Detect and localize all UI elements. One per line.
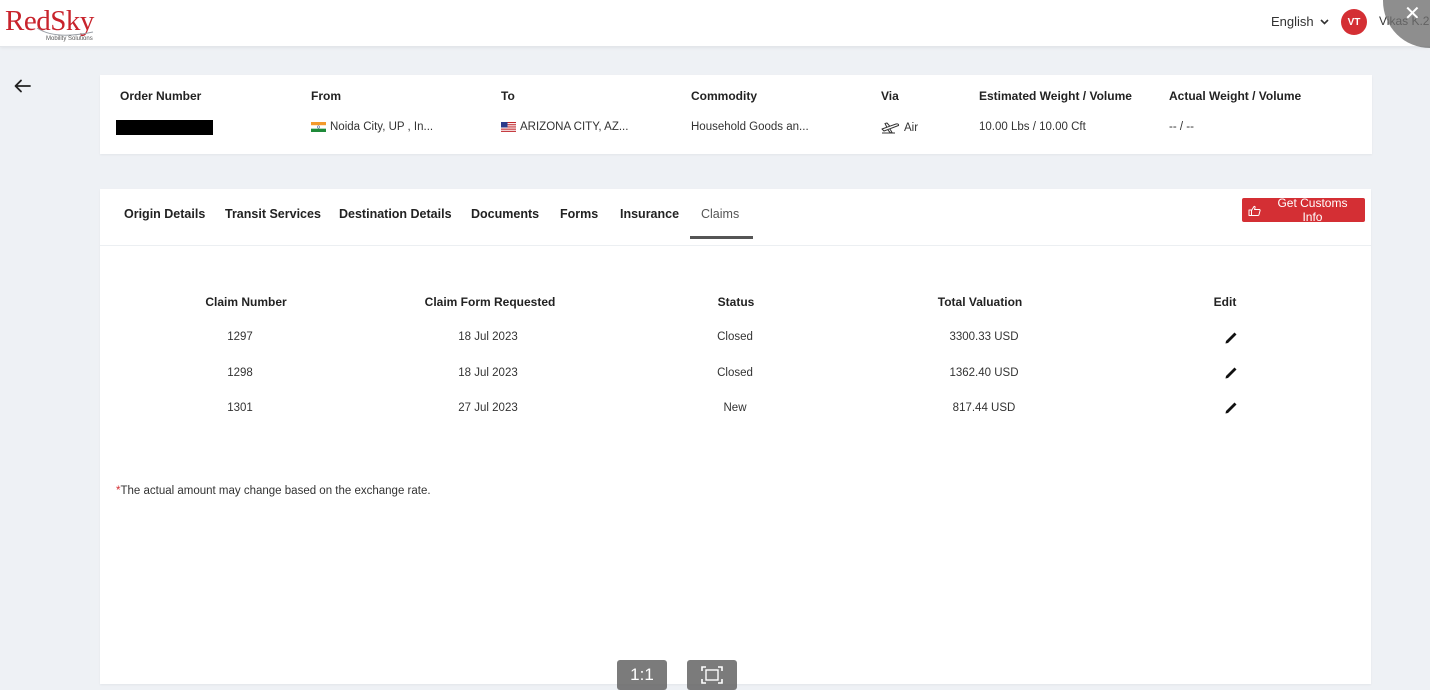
claim-valuation: 817.44 USD xyxy=(952,402,1016,414)
hand-pointer-icon xyxy=(1248,205,1261,216)
claim-form-requested: 27 Jul 2023 xyxy=(458,402,518,414)
get-customs-info-button[interactable]: Get Customs Info xyxy=(1242,196,1365,224)
claim-number: 1301 xyxy=(227,402,253,414)
order-summary-card: Order Number From Noida City, UP , In...… xyxy=(100,75,1372,154)
claim-status: New xyxy=(723,402,747,414)
header-claim-form-requested: Claim Form Requested xyxy=(424,295,556,309)
top-bar: RedSky Mobility Solutions English VT Vik… xyxy=(0,0,1430,47)
active-tab-indicator xyxy=(690,236,753,239)
fit-screen-icon xyxy=(701,666,723,684)
claim-status: Closed xyxy=(717,331,753,343)
claim-number: 1297 xyxy=(227,331,253,343)
header-edit: Edit xyxy=(1213,295,1237,309)
redsky-logo[interactable]: RedSky Mobility Solutions xyxy=(5,4,105,44)
header-status: Status xyxy=(717,295,755,309)
logo-subtitle: Mobility Solutions xyxy=(46,36,93,42)
actual-weight-label: Actual Weight / Volume xyxy=(1169,89,1302,103)
claim-valuation: 1362.40 USD xyxy=(949,367,1019,379)
header-total-valuation: Total Valuation xyxy=(937,295,1023,309)
chevron-down-icon xyxy=(1320,18,1329,25)
airplane-icon xyxy=(881,122,900,134)
claim-valuation: 3300.33 USD xyxy=(949,331,1019,343)
actual-weight-value: -- / -- xyxy=(1169,121,1194,133)
via-value-text: Air xyxy=(904,121,919,134)
exchange-rate-note: *The actual amount may change based on t… xyxy=(116,485,431,497)
claim-status: Closed xyxy=(717,367,753,379)
tab-origin-details[interactable]: Origin Details xyxy=(124,207,205,221)
tab-documents[interactable]: Documents xyxy=(471,207,539,221)
to-value-text: ARIZONA CITY, AZ... xyxy=(520,121,629,133)
commodity-value: Household Goods an... xyxy=(691,121,809,133)
via-label: Via xyxy=(881,89,899,103)
claim-form-requested: 18 Jul 2023 xyxy=(458,331,518,343)
via-value: Air xyxy=(881,121,918,134)
fit-screen-button[interactable] xyxy=(687,660,737,690)
to-label: To xyxy=(501,89,515,103)
language-selector[interactable]: English xyxy=(1271,14,1329,29)
user-avatar[interactable]: VT xyxy=(1341,9,1367,35)
estimated-weight-label: Estimated Weight / Volume xyxy=(979,89,1132,103)
order-number-label: Order Number xyxy=(120,89,202,103)
from-value-text: Noida City, UP , In... xyxy=(330,121,434,133)
tab-claims[interactable]: Claims xyxy=(701,207,739,221)
back-arrow-icon[interactable] xyxy=(13,77,33,95)
estimated-weight-value: 10.00 Lbs / 10.00 Cft xyxy=(979,121,1086,133)
us-flag-icon xyxy=(501,122,516,132)
commodity-label: Commodity xyxy=(691,89,757,103)
tab-bar: Origin Details Transit Services Destinat… xyxy=(100,189,1371,246)
note-text: The actual amount may change based on th… xyxy=(120,485,431,497)
tab-insurance[interactable]: Insurance xyxy=(620,207,679,221)
pencil-icon[interactable] xyxy=(1224,401,1238,415)
tab-destination-details[interactable]: Destination Details xyxy=(339,207,452,221)
claim-number: 1298 xyxy=(227,367,253,379)
pencil-icon[interactable] xyxy=(1224,366,1238,380)
tab-transit-services[interactable]: Transit Services xyxy=(225,207,321,221)
tab-forms[interactable]: Forms xyxy=(560,207,598,221)
to-value: ARIZONA CITY, AZ... xyxy=(501,121,628,133)
claims-card: Origin Details Transit Services Destinat… xyxy=(100,189,1371,684)
india-flag-icon xyxy=(311,122,326,132)
actual-size-button[interactable]: 1:1 xyxy=(617,660,667,690)
from-label: From xyxy=(311,89,341,103)
pencil-icon[interactable] xyxy=(1224,331,1238,345)
from-value: Noida City, UP , In... xyxy=(311,121,433,133)
get-customs-info-label: Get Customs Info xyxy=(1277,196,1348,224)
header-claim-number: Claim Number xyxy=(205,295,287,309)
order-number-redacted xyxy=(116,120,213,135)
language-label: English xyxy=(1271,14,1314,29)
close-icon: ✕ xyxy=(1404,3,1421,25)
claim-form-requested: 18 Jul 2023 xyxy=(458,367,518,379)
